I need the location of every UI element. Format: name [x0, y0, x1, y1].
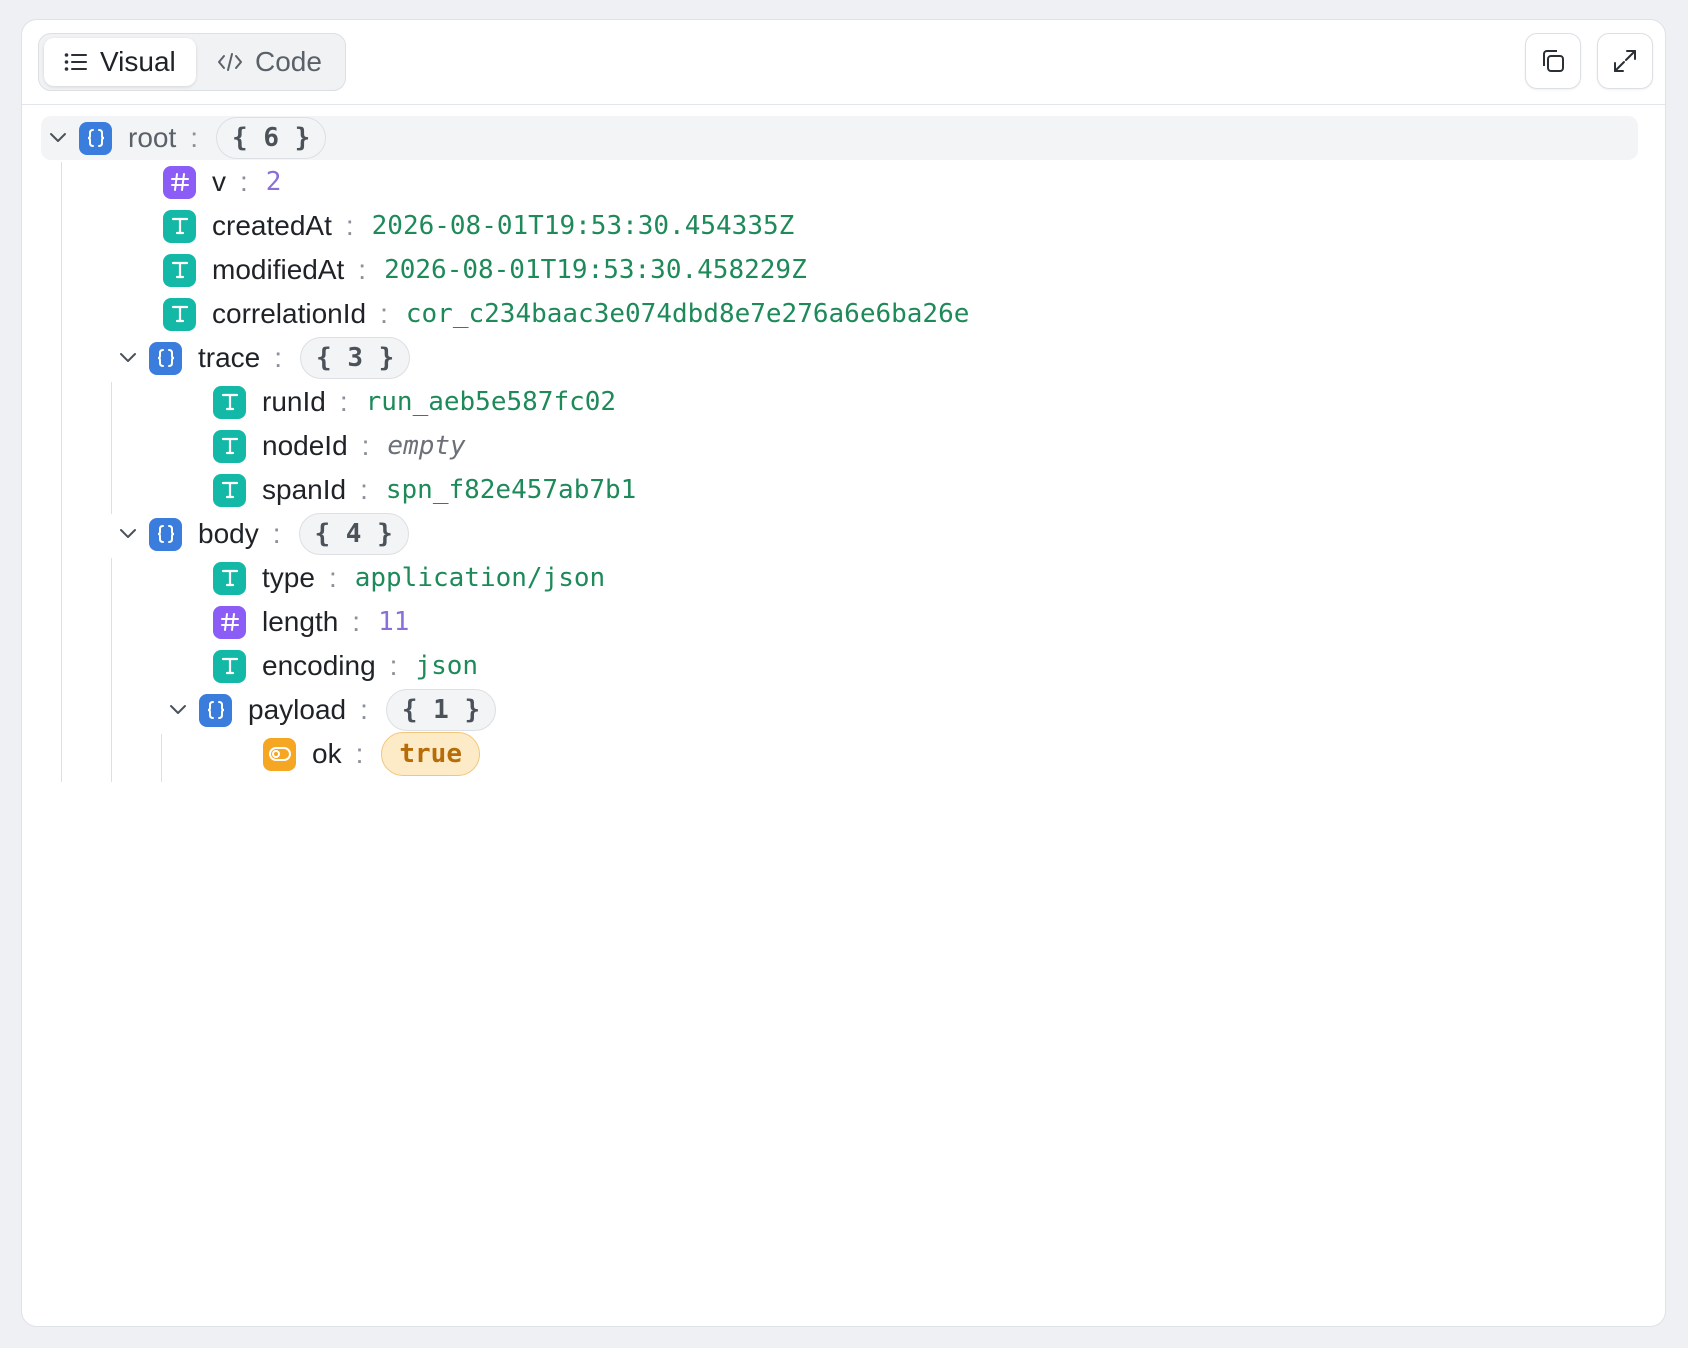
expand-button[interactable]	[1597, 33, 1653, 89]
object-icon	[199, 693, 232, 727]
node-key: v	[212, 166, 226, 197]
string-value: application/json	[354, 563, 606, 593]
key-separator: :	[240, 166, 248, 197]
string-icon	[213, 649, 246, 683]
tree-row-type[interactable]: type : application/json	[213, 556, 605, 600]
object-icon	[149, 517, 182, 551]
node-key: type	[262, 562, 315, 593]
copy-button[interactable]	[1525, 33, 1581, 89]
chevron-down-icon[interactable]	[163, 688, 193, 732]
chevron-down-icon[interactable]	[43, 116, 73, 160]
key-separator: :	[339, 386, 348, 417]
indent-guide-trace	[111, 382, 112, 514]
tree-row-nodeId[interactable]: nodeId : empty	[213, 424, 466, 468]
tree-row-runId[interactable]: runId : run_aeb5e587fc02	[213, 380, 616, 424]
key-separator: :	[352, 606, 361, 637]
tab-visual[interactable]: Visual	[44, 38, 196, 86]
number-value: 2	[265, 167, 282, 197]
key-separator: :	[345, 210, 354, 241]
string-icon	[213, 473, 246, 507]
node-key: correlationId	[212, 298, 367, 329]
node-key: spanId	[262, 474, 347, 505]
tree-row-spanId[interactable]: spanId : spn_f82e457ab7b1	[213, 468, 636, 512]
node-key: length	[262, 606, 339, 637]
string-value: cor_c234baac3e074dbd8e7e276a6e6ba26e	[405, 299, 970, 329]
tree-row-root[interactable]: root : { 6 }	[43, 116, 327, 160]
tree-row-modifiedAt[interactable]: modifiedAt : 2026-08-01T19:53:30.458229Z	[163, 248, 807, 292]
toolbar: Visual Code	[22, 20, 1665, 105]
string-value: json	[415, 651, 479, 681]
toggle-icon	[263, 737, 296, 771]
node-key: root	[128, 122, 177, 153]
empty-value: empty	[387, 431, 466, 461]
view-mode-toggle: Visual Code	[38, 33, 346, 91]
node-key: encoding	[262, 650, 376, 681]
indent-guide-body	[111, 558, 112, 782]
string-value: run_aeb5e587fc02	[365, 387, 617, 417]
number-value: 11	[378, 607, 410, 637]
object-icon	[79, 121, 112, 155]
key-separator: :	[360, 474, 368, 505]
key-separator: :	[380, 298, 388, 329]
node-key: createdAt	[212, 210, 332, 241]
string-icon	[213, 429, 246, 463]
node-key: trace	[198, 342, 261, 373]
key-separator: :	[360, 694, 368, 725]
key-separator: :	[358, 254, 367, 285]
code-icon	[218, 53, 242, 71]
child-count-badge: { 1 }	[385, 689, 497, 731]
tree-row-length[interactable]: length : 11	[213, 600, 409, 644]
indent-guide-payload	[161, 734, 162, 782]
key-separator: :	[328, 562, 337, 593]
tree-row-body[interactable]: body : { 4 }	[113, 512, 409, 556]
boolean-value-badge: true	[381, 732, 480, 776]
tree-row-createdAt[interactable]: createdAt : 2026-08-01T19:53:30.454335Z	[163, 204, 794, 248]
node-key: modifiedAt	[212, 254, 345, 285]
number-icon	[213, 605, 246, 639]
child-count-badge: { 3 }	[300, 337, 411, 379]
key-separator: :	[355, 738, 364, 769]
node-key: ok	[312, 738, 342, 769]
list-icon	[64, 53, 87, 71]
node-key: payload	[248, 694, 347, 725]
string-icon	[163, 253, 196, 287]
node-key: body	[198, 518, 259, 549]
tree-row-payload[interactable]: payload : { 1 }	[163, 688, 497, 732]
indent-guide-root	[61, 162, 62, 782]
object-icon	[149, 341, 182, 375]
string-icon	[163, 297, 196, 331]
chevron-down-icon[interactable]	[113, 336, 143, 380]
node-key: runId	[262, 386, 326, 417]
tab-code-label: Code	[255, 46, 322, 77]
key-separator: :	[190, 122, 199, 153]
tab-code[interactable]: Code	[209, 38, 339, 86]
expand-icon	[1614, 50, 1636, 72]
string-icon	[213, 561, 246, 595]
child-count-badge: { 4 }	[298, 513, 409, 555]
key-separator: :	[274, 342, 283, 373]
key-separator: :	[361, 430, 370, 461]
tree-row-encoding[interactable]: encoding : json	[213, 644, 478, 688]
tree-row-trace[interactable]: trace : { 3 }	[113, 336, 411, 380]
tab-visual-label: Visual	[100, 46, 176, 77]
string-value: 2026-08-01T19:53:30.458229Z	[384, 255, 807, 285]
key-separator: :	[389, 650, 398, 681]
tree-row-correlationId[interactable]: correlationId : cor_c234baac3e074dbd8e7e…	[163, 292, 969, 336]
key-separator: :	[272, 518, 281, 549]
node-key: nodeId	[262, 430, 348, 461]
json-tree: root : { 6 } v : 2 createdAt : 2026-08-0…	[22, 104, 1665, 1326]
string-icon	[163, 209, 196, 243]
child-count-badge: { 6 }	[216, 117, 327, 159]
tree-row-v[interactable]: v : 2	[163, 160, 281, 204]
copy-icon	[1543, 50, 1564, 72]
number-icon	[163, 165, 196, 199]
tree-row-ok[interactable]: ok : true	[263, 732, 480, 776]
string-value: spn_f82e457ab7b1	[385, 475, 637, 505]
string-value: 2026-08-01T19:53:30.454335Z	[371, 211, 795, 241]
json-viewer-panel: Visual Code root: {6} v: 2 createdAt…	[21, 19, 1666, 1327]
string-icon	[213, 385, 246, 419]
chevron-down-icon[interactable]	[113, 512, 143, 556]
